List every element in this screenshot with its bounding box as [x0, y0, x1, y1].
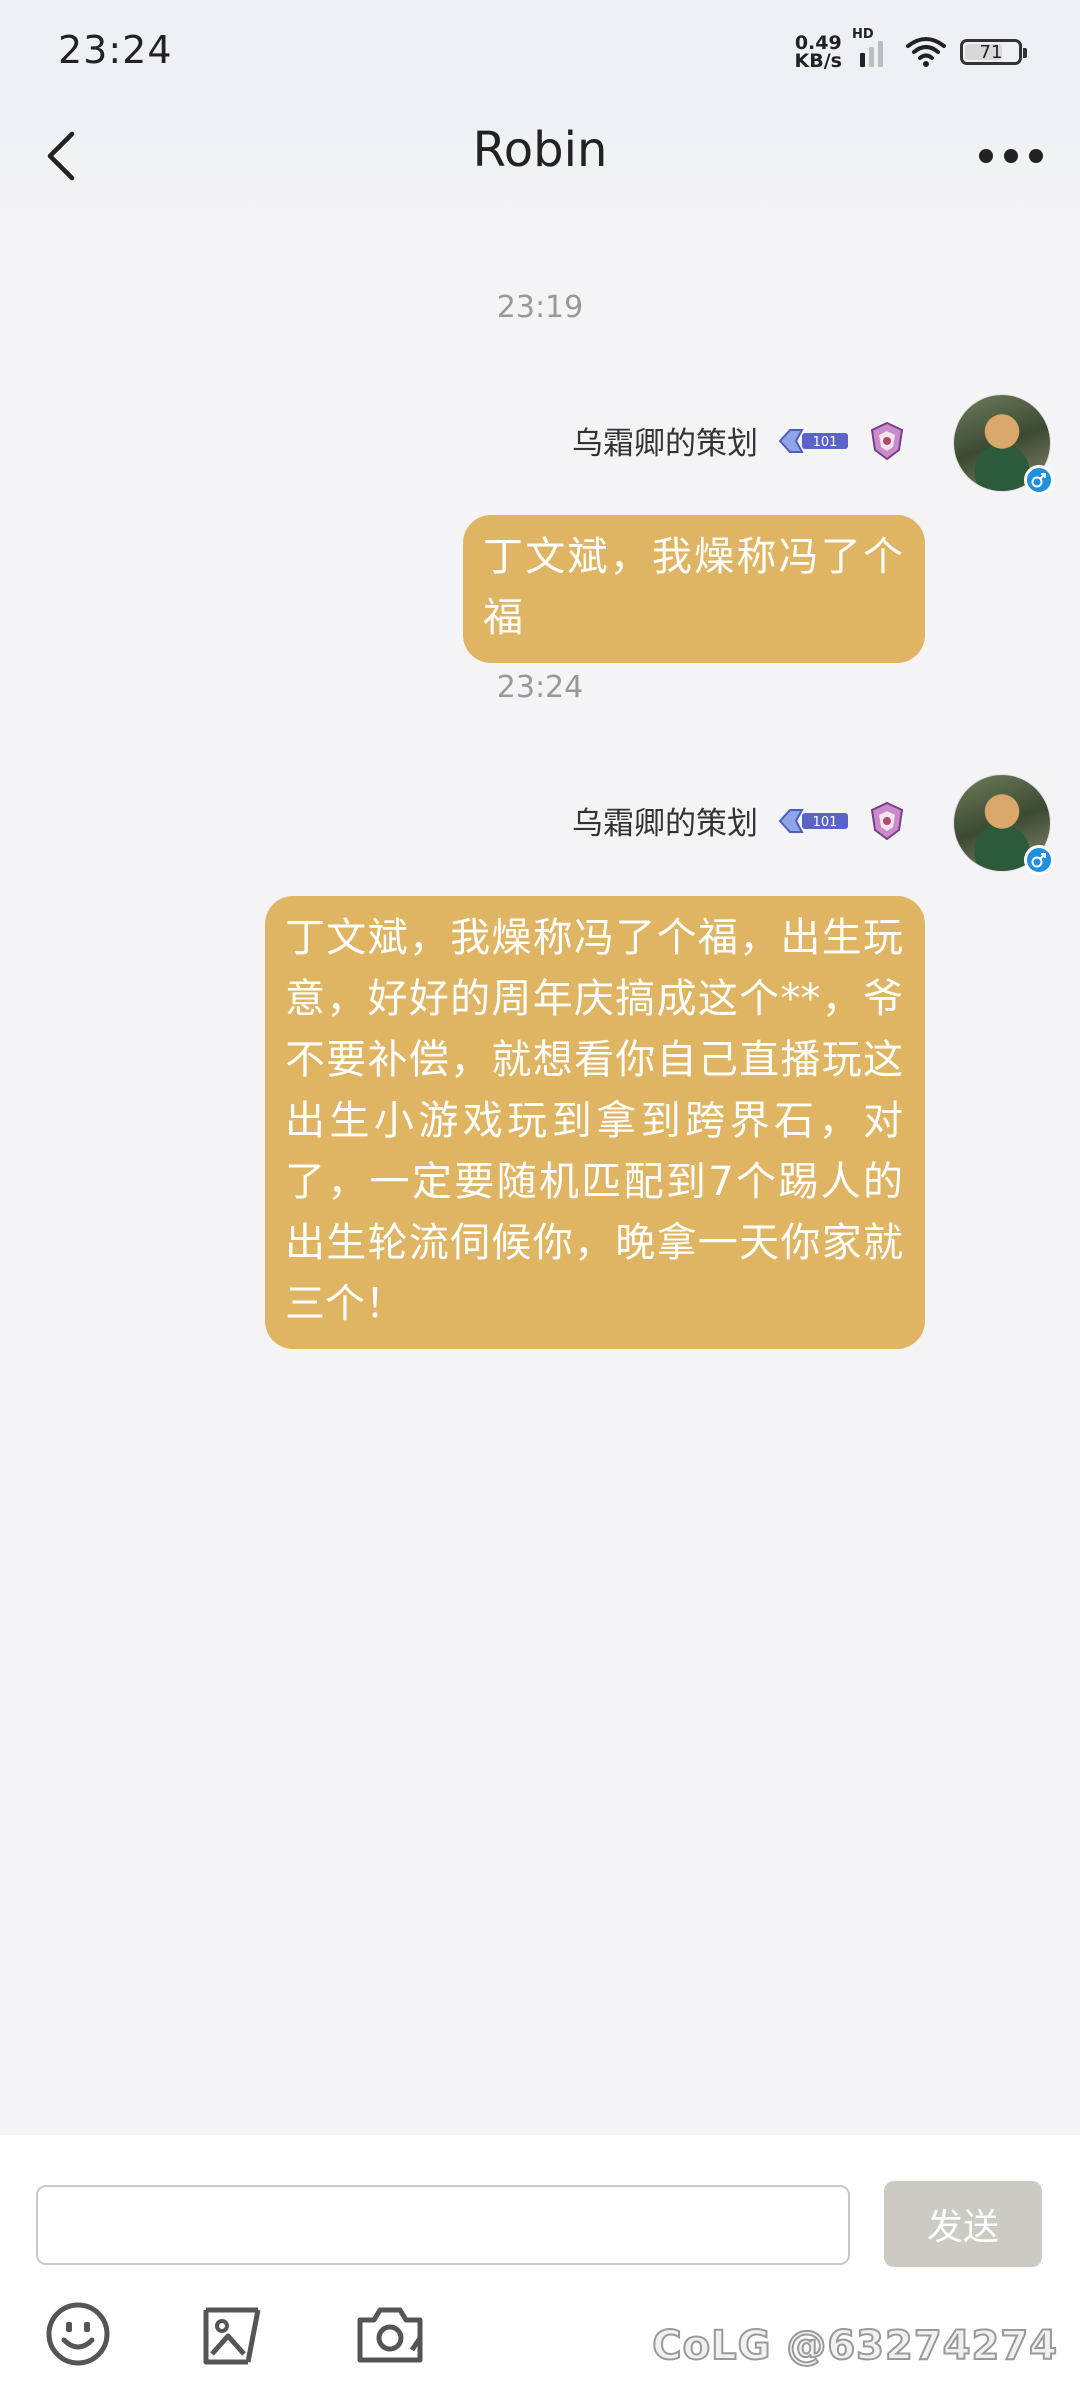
send-button[interactable]: 发送 [884, 2181, 1042, 2267]
message-input[interactable] [36, 2185, 850, 2265]
rank-badge-icon: 101 [778, 428, 848, 453]
watermark: CoLG @63274274 [651, 2322, 1058, 2370]
sender-name: 乌霜卿的策划 [572, 806, 758, 842]
message-timestamp: 23:19 [496, 290, 584, 325]
battery-percent: 71 [979, 41, 1003, 63]
sender-info: 乌霜卿的策划 101 [572, 798, 908, 843]
rank-badge-icon: 101 [778, 808, 848, 833]
input-area: 发送 CoLG @63274274 [0, 2135, 1080, 2401]
message-bubble[interactable]: 丁文斌，我燥称冯了个福，出生玩意，好好的周年庆搞成这个**，爷不要补偿，就想看你… [265, 896, 925, 1349]
message-timestamp: 23:24 [496, 670, 584, 705]
signal-icon: HD [852, 27, 892, 67]
status-time: 23:24 [58, 28, 173, 72]
rank-badge-text: 101 [813, 815, 838, 830]
hd-label: HD [852, 27, 874, 42]
wifi-icon [906, 37, 946, 67]
camera-icon[interactable] [354, 2298, 426, 2370]
emblem-icon [870, 421, 904, 460]
male-gender-icon [1024, 845, 1054, 875]
status-icons: 0.49 KB/s HD 71 [794, 27, 1027, 74]
sender-name: 乌霜卿的策划 [572, 426, 758, 462]
network-speed-unit: KB/s [794, 50, 842, 72]
male-gender-icon [1024, 465, 1054, 495]
network-speed: 0.49 KB/s [794, 34, 842, 72]
rank-badge-text: 101 [813, 435, 838, 450]
emoji-icon[interactable] [42, 2298, 114, 2370]
message-bubble[interactable]: 丁文斌，我燥称冯了个福 [463, 515, 925, 663]
chat-header: Robin [0, 100, 1080, 230]
more-options-icon[interactable] [976, 136, 1046, 176]
status-bar: 23:24 0.49 KB/s HD 71 [0, 0, 1080, 100]
emblem-icon [870, 801, 904, 840]
sender-info: 乌霜卿的策划 101 [572, 418, 908, 463]
image-icon[interactable] [198, 2298, 270, 2370]
battery-icon: 71 [960, 39, 1027, 65]
chat-title: Robin [472, 122, 608, 178]
